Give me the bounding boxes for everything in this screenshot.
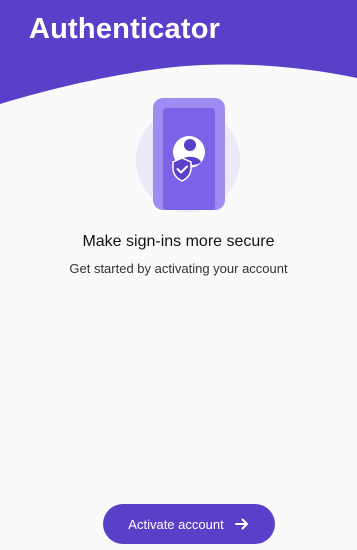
onboarding-subtitle: Get started by activating your account [69, 261, 288, 276]
app-title: Authenticator [29, 13, 221, 45]
activate-account-label: Activate account [128, 516, 224, 532]
arrow-right-icon [234, 516, 250, 532]
activate-account-button[interactable]: Activate account [103, 504, 275, 544]
onboarding-headline: Make sign-ins more secure [82, 233, 275, 250]
phone-account-shield-icon [135, 96, 241, 212]
